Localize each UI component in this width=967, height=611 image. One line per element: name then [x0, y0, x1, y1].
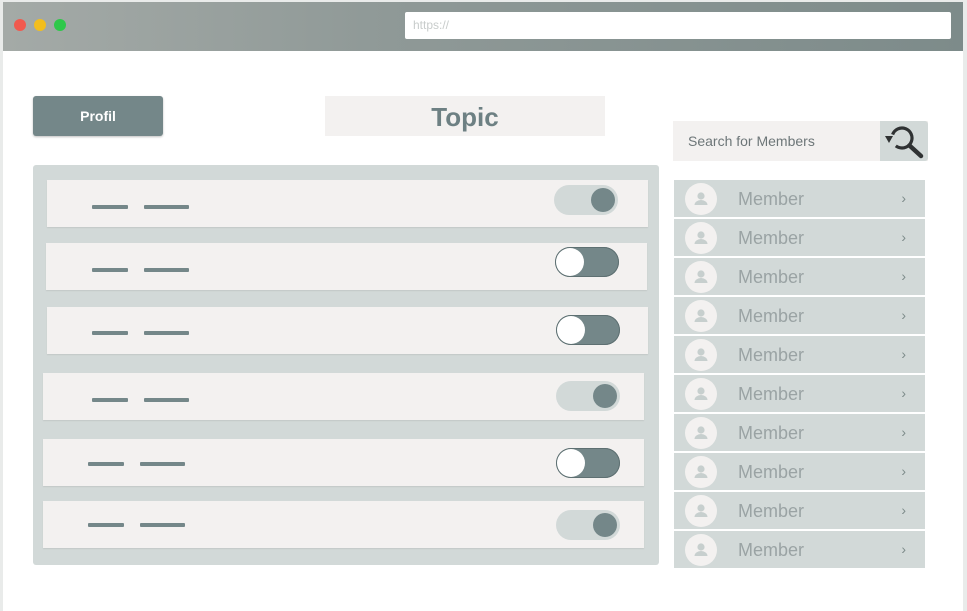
browser-window: https:// Profil Topic Search for Members… [3, 2, 963, 611]
page-title: Topic [325, 96, 605, 136]
toggle-knob [557, 316, 585, 344]
member-list: Member › Member › Member › Member › Member › Membe… [674, 180, 925, 570]
member-name: Member [738, 384, 805, 404]
member-list-item[interactable]: Member › [674, 297, 925, 334]
chevron-right-icon: › [901, 229, 906, 245]
member-list-item[interactable]: Member › [674, 531, 925, 568]
toggle-knob [593, 384, 617, 408]
user-avatar-icon [685, 300, 717, 332]
setting-label-placeholder [92, 268, 128, 272]
toggle-knob [593, 513, 617, 537]
setting-row [47, 307, 648, 354]
member-name: Member [738, 189, 805, 209]
member-name: Member [738, 306, 805, 326]
member-list-item[interactable]: Member › [674, 336, 925, 373]
member-list-item[interactable]: Member › [674, 180, 925, 217]
user-avatar-icon [685, 261, 717, 293]
maximize-window-button[interactable] [54, 19, 66, 31]
chevron-right-icon: › [901, 541, 906, 557]
chevron-right-icon: › [901, 385, 906, 401]
setting-label-placeholder [92, 398, 128, 402]
toggle-knob [591, 188, 615, 212]
search-refresh-icon [885, 126, 924, 159]
profil-button[interactable]: Profil [33, 96, 163, 136]
setting-label-placeholder [92, 205, 128, 209]
setting-row [43, 501, 644, 548]
member-name: Member [738, 462, 805, 482]
user-avatar-icon [685, 417, 717, 449]
setting-toggle[interactable] [556, 448, 620, 478]
toggle-knob [557, 449, 585, 477]
setting-toggle[interactable] [556, 381, 620, 411]
setting-row [46, 243, 647, 290]
member-list-item[interactable]: Member › [674, 258, 925, 295]
setting-value-placeholder [144, 398, 189, 402]
user-avatar-icon [685, 222, 717, 254]
setting-toggle[interactable] [556, 510, 620, 540]
browser-titlebar: https:// [3, 2, 963, 51]
setting-value-placeholder [144, 268, 189, 272]
member-name: Member [738, 501, 805, 521]
setting-row [43, 439, 644, 486]
member-search [673, 121, 928, 161]
member-name: Member [738, 345, 805, 365]
address-bar[interactable]: https:// [405, 12, 951, 39]
setting-toggle[interactable] [554, 185, 618, 215]
chevron-right-icon: › [901, 307, 906, 323]
user-avatar-icon [685, 378, 717, 410]
member-list-item[interactable]: Member › [674, 414, 925, 451]
close-window-button[interactable] [14, 19, 26, 31]
setting-label-placeholder [88, 462, 124, 466]
member-list-item[interactable]: Member › [674, 492, 925, 529]
search-input[interactable] [673, 121, 880, 161]
setting-toggle[interactable] [555, 247, 619, 277]
chevron-right-icon: › [901, 346, 906, 362]
setting-value-placeholder [140, 523, 185, 527]
user-avatar-icon [685, 456, 717, 488]
setting-label-placeholder [88, 523, 124, 527]
toggle-knob [556, 248, 584, 276]
setting-value-placeholder [140, 462, 185, 466]
member-list-item[interactable]: Member › [674, 219, 925, 256]
member-name: Member [738, 228, 805, 248]
minimize-window-button[interactable] [34, 19, 46, 31]
member-name: Member [738, 267, 805, 287]
setting-value-placeholder [144, 205, 189, 209]
chevron-right-icon: › [901, 268, 906, 284]
chevron-right-icon: › [901, 502, 906, 518]
chevron-right-icon: › [901, 424, 906, 440]
member-list-item[interactable]: Member › [674, 375, 925, 412]
chevron-right-icon: › [901, 190, 906, 206]
setting-row [47, 180, 648, 227]
setting-value-placeholder [144, 331, 189, 335]
setting-label-placeholder [92, 331, 128, 335]
user-avatar-icon [685, 495, 717, 527]
setting-row [43, 373, 644, 420]
search-button[interactable] [880, 121, 928, 161]
member-name: Member [738, 423, 805, 443]
setting-toggle[interactable] [556, 315, 620, 345]
settings-panel [33, 165, 659, 565]
user-avatar-icon [685, 339, 717, 371]
chevron-right-icon: › [901, 463, 906, 479]
member-name: Member [738, 540, 805, 560]
user-avatar-icon [685, 183, 717, 215]
member-list-item[interactable]: Member › [674, 453, 925, 490]
user-avatar-icon [685, 534, 717, 566]
